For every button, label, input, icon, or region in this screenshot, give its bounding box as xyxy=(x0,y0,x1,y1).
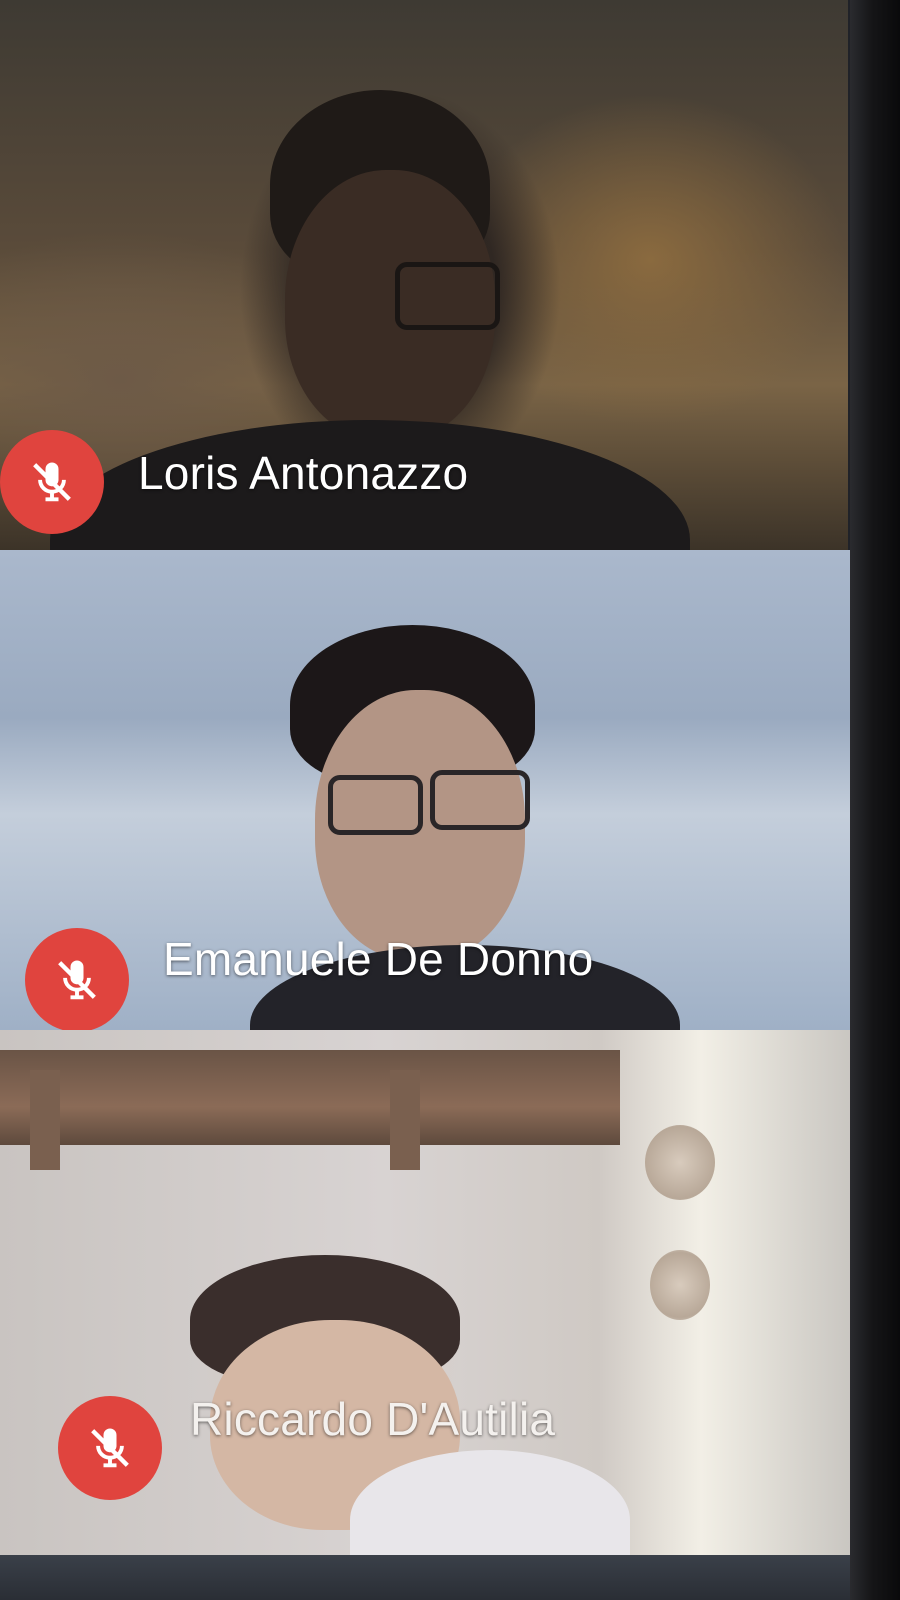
mic-off-badge xyxy=(58,1396,162,1500)
mic-off-icon xyxy=(58,960,96,1000)
participant-video-tile-riccardo[interactable]: Riccardo D'Autilia xyxy=(0,1030,855,1555)
mic-off-badge xyxy=(0,430,104,534)
participant-name: Riccardo D'Autilia xyxy=(190,1393,556,1445)
participant-name: Loris Antonazzo xyxy=(138,447,469,499)
mic-off-icon xyxy=(33,462,71,502)
video-call-screen: Loris Antonazzo Emanuele De Donno Riccar… xyxy=(0,0,900,1600)
mic-off-icon xyxy=(91,1428,129,1468)
device-bezel-bottom xyxy=(0,1555,850,1600)
participant-video-tile-loris[interactable]: Loris Antonazzo xyxy=(0,0,848,550)
mic-off-badge xyxy=(25,928,129,1030)
participant-video-tile-emanuele[interactable]: Emanuele De Donno xyxy=(0,550,852,1030)
device-bezel-right xyxy=(850,0,900,1600)
participant-name: Emanuele De Donno xyxy=(163,933,594,985)
